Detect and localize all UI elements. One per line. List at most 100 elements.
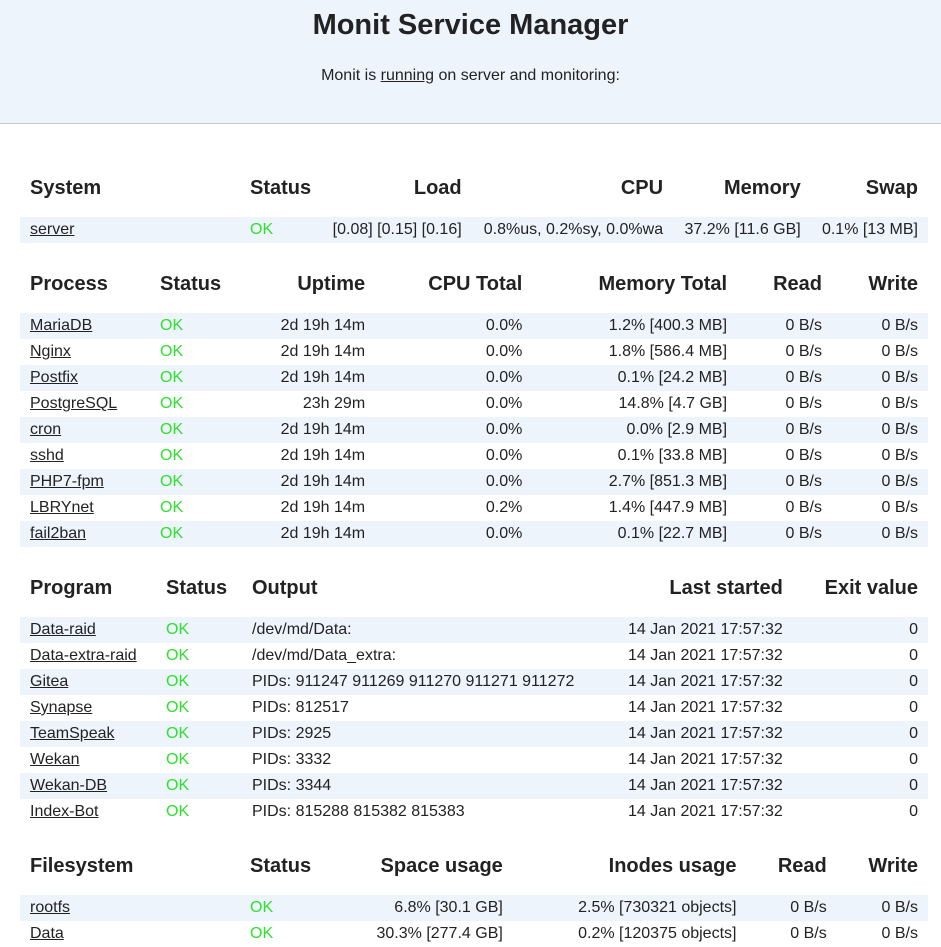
col-header: Uptime xyxy=(297,272,366,295)
status-badge: OK xyxy=(156,721,242,747)
table-row: PHP7-fpm OK 2d 19h 14m 0.0% 2.7% [851.3 MB] 0… xyxy=(20,469,928,495)
service-link[interactable]: Synapse xyxy=(30,699,92,716)
service-link[interactable]: sshd xyxy=(30,447,64,464)
load-cell: [0.08] [0.15] [0.16] xyxy=(321,217,472,243)
uptime-cell: 2d 19h 14m xyxy=(231,313,376,339)
uptime-cell: 2d 19h 14m xyxy=(280,447,366,464)
process-table: Process Status Uptime CPU Total Memory T… xyxy=(20,263,928,547)
service-link[interactable]: Data-raid xyxy=(30,621,96,638)
running-link[interactable]: running xyxy=(381,67,434,84)
output-cell: PIDs: 2925 xyxy=(242,721,585,747)
program-table: Program Status Output Last started Exit … xyxy=(20,567,928,825)
service-link[interactable]: TeamSpeak xyxy=(30,725,115,742)
write-cell: 0 B/s xyxy=(836,895,928,921)
service-link[interactable]: MariaDB xyxy=(30,317,92,334)
mem-cell: 1.2% [400.3 MB] xyxy=(532,313,738,339)
col-header: Last started xyxy=(669,576,783,599)
service-link[interactable]: Wekan-DB xyxy=(30,777,107,794)
inodes-cell: 2.5% [730321 objects] xyxy=(512,895,747,921)
table-row: sshd OK 2d 19h 14m 0.0% 0.1% [33.8 MB] 0 B/s 0… xyxy=(20,443,928,469)
col-header: Memory xyxy=(724,176,801,199)
service-link[interactable]: Data-extra-raid xyxy=(30,647,137,664)
table-row: rootfs OK 6.8% [30.1 GB] 2.5% [730321 objec… xyxy=(20,895,928,921)
output-cell: /dev/md/Data_extra: xyxy=(252,647,397,664)
service-link[interactable]: server xyxy=(30,221,74,238)
exit-cell: 0 xyxy=(909,751,918,768)
cpu-cell: 0.8%us, 0.2%sy, 0.0%wa xyxy=(471,217,674,243)
status-badge: OK xyxy=(166,751,190,768)
col-header: Memory Total xyxy=(598,272,728,295)
service-link[interactable]: cron xyxy=(30,421,61,438)
started-cell: 14 Jan 2021 17:57:32 xyxy=(627,751,783,768)
space-cell: 30.3% [277.4 GB] xyxy=(376,925,503,942)
status-badge: OK xyxy=(166,803,190,820)
read-cell: 0 B/s xyxy=(737,521,832,547)
system-table: System Status Load CPU Memory Swap serve… xyxy=(20,167,928,243)
started-cell: 14 Jan 2021 17:57:32 xyxy=(584,773,793,799)
started-cell: 14 Jan 2021 17:57:32 xyxy=(584,669,793,695)
col-header: Output xyxy=(252,576,318,599)
status-badge: OK xyxy=(150,521,232,547)
col-header: Write xyxy=(868,854,918,877)
table-row: TeamSpeak OK PIDs: 2925 14 Jan 2021 17:57:3… xyxy=(20,721,928,747)
exit-cell: 0 xyxy=(792,617,928,643)
status-badge: OK xyxy=(166,647,190,664)
page-title: Monit Service Manager xyxy=(312,9,629,41)
uptime-cell: 2d 19h 14m xyxy=(231,521,376,547)
output-cell: PIDs: 911247 911269 911270 911271 911272 xyxy=(242,669,585,695)
cpu-cell: 0.0% xyxy=(485,395,523,412)
output-cell: PIDs: 3344 xyxy=(242,773,585,799)
service-link[interactable]: LBRYnet xyxy=(30,499,94,516)
service-link[interactable]: Wekan xyxy=(30,751,80,768)
status-badge: OK xyxy=(160,395,184,412)
table-row: Postfix OK 2d 19h 14m 0.0% 0.1% [24.2 MB] 0 B… xyxy=(20,365,928,391)
read-cell: 0 B/s xyxy=(785,343,822,360)
table-row: PostgreSQL OK 23h 29m 0.0% 14.8% [4.7 GB] 0 B… xyxy=(20,391,928,417)
cpu-cell: 0.0% xyxy=(485,447,523,464)
read-cell: 0 B/s xyxy=(737,365,832,391)
write-cell: 0 B/s xyxy=(881,925,918,942)
exit-cell: 0 xyxy=(909,803,918,820)
status-badge: OK xyxy=(240,895,322,921)
started-cell: 14 Jan 2021 17:57:32 xyxy=(584,721,793,747)
read-cell: 0 B/s xyxy=(737,417,832,443)
filesystem-table: Filesystem Status Space usage Inodes usa… xyxy=(20,845,928,947)
status-badge: OK xyxy=(160,343,184,360)
read-cell: 0 B/s xyxy=(746,895,837,921)
service-link[interactable]: Index-Bot xyxy=(30,803,98,820)
output-cell: PIDs: 3332 xyxy=(252,751,332,768)
service-link[interactable]: rootfs xyxy=(30,899,70,916)
col-header: Space usage xyxy=(380,854,503,877)
service-link[interactable]: Postfix xyxy=(30,369,78,386)
status-badge: OK xyxy=(166,699,190,716)
exit-cell: 0 xyxy=(909,647,918,664)
write-cell: 0 B/s xyxy=(832,521,928,547)
cpu-cell: 0.0% xyxy=(375,365,533,391)
status-prefix: Monit is xyxy=(321,67,381,84)
service-link[interactable]: PHP7-fpm xyxy=(30,473,104,490)
swap-cell: 0.1% [13 MB] xyxy=(810,217,928,243)
started-cell: 14 Jan 2021 17:57:32 xyxy=(627,699,783,716)
write-cell: 0 B/s xyxy=(881,499,918,516)
status-badge: OK xyxy=(160,447,184,464)
table-row: Data-extra-raid OK/dev/md/Data_extra: 14 J… xyxy=(20,643,928,669)
read-cell: 0 B/s xyxy=(785,447,822,464)
exit-cell: 0 xyxy=(909,699,918,716)
service-link[interactable]: Gitea xyxy=(30,673,68,690)
col-header: Status xyxy=(160,272,222,295)
service-link[interactable]: Data xyxy=(30,925,64,942)
col-header: Program xyxy=(30,576,113,599)
col-header: Inodes usage xyxy=(608,854,737,877)
service-link[interactable]: Nginx xyxy=(30,343,71,360)
table-row: Data-raid OK/dev/md/Data: 14 Jan 2021 17:5… xyxy=(20,617,928,643)
service-link[interactable]: PostgreSQL xyxy=(30,395,117,412)
col-header: Filesystem xyxy=(30,854,134,877)
status-badge: OK xyxy=(156,669,242,695)
uptime-cell: 2d 19h 14m xyxy=(280,343,366,360)
col-header: Read xyxy=(777,854,827,877)
service-link[interactable]: fail2ban xyxy=(30,525,86,542)
write-cell: 0 B/s xyxy=(881,343,918,360)
cpu-cell: 0.0% xyxy=(375,469,533,495)
cpu-cell: 0.0% xyxy=(375,313,533,339)
status-suffix: on server and monitoring: xyxy=(434,67,620,84)
